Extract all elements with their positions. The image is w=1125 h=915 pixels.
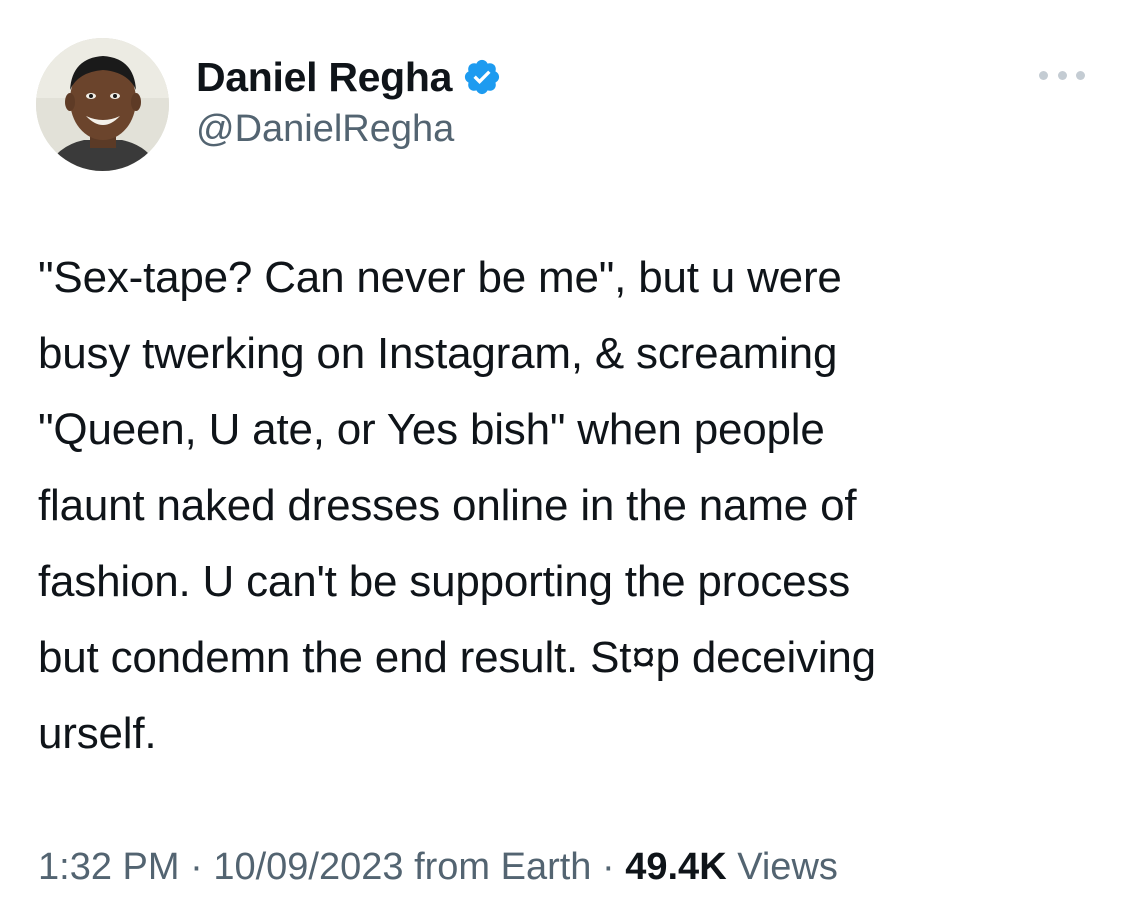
tweet-text-line: flaunt naked dresses online in the name … (38, 481, 857, 530)
tweet-card: Daniel Regha @DanielRegha "Sex-tape? Can… (0, 0, 1125, 915)
tweet-time[interactable]: 1:32 PM (38, 846, 180, 888)
avatar-image (36, 38, 169, 171)
meta-separator: · (602, 846, 615, 888)
tweet-text-line: but condemn the end result. St¤p deceivi… (38, 633, 876, 682)
verified-badge-icon (462, 57, 502, 97)
views-count: 49.4K (625, 846, 727, 888)
meta-separator: · (190, 846, 203, 888)
tweet-text-line: "Sex-tape? Can never be me", but u were (38, 253, 842, 302)
more-options-icon[interactable] (1039, 60, 1085, 90)
views-label: Views (737, 846, 838, 888)
tweet-text-line: fashion. U can't be supporting the proce… (38, 557, 851, 606)
tweet-text-line: urself. (38, 709, 157, 758)
display-name[interactable]: Daniel Regha (196, 54, 452, 101)
tweet-date[interactable]: 10/09/2023 (213, 846, 403, 888)
author-name-row: Daniel Regha (196, 52, 502, 102)
tweet-text-line: "Queen, U ate, or Yes bish" when people (38, 405, 825, 454)
user-avatar[interactable] (36, 38, 169, 171)
user-handle[interactable]: @DanielRegha (196, 108, 454, 151)
tweet-text-line: busy twerking on Instagram, & screaming (38, 329, 838, 378)
tweet-metadata: 1:32 PM · 10/09/2023 from Earth · 49.4K … (38, 846, 838, 889)
tweet-source: from Earth (414, 846, 592, 888)
tweet-text: "Sex-tape? Can never be me", but u were … (38, 240, 1068, 772)
